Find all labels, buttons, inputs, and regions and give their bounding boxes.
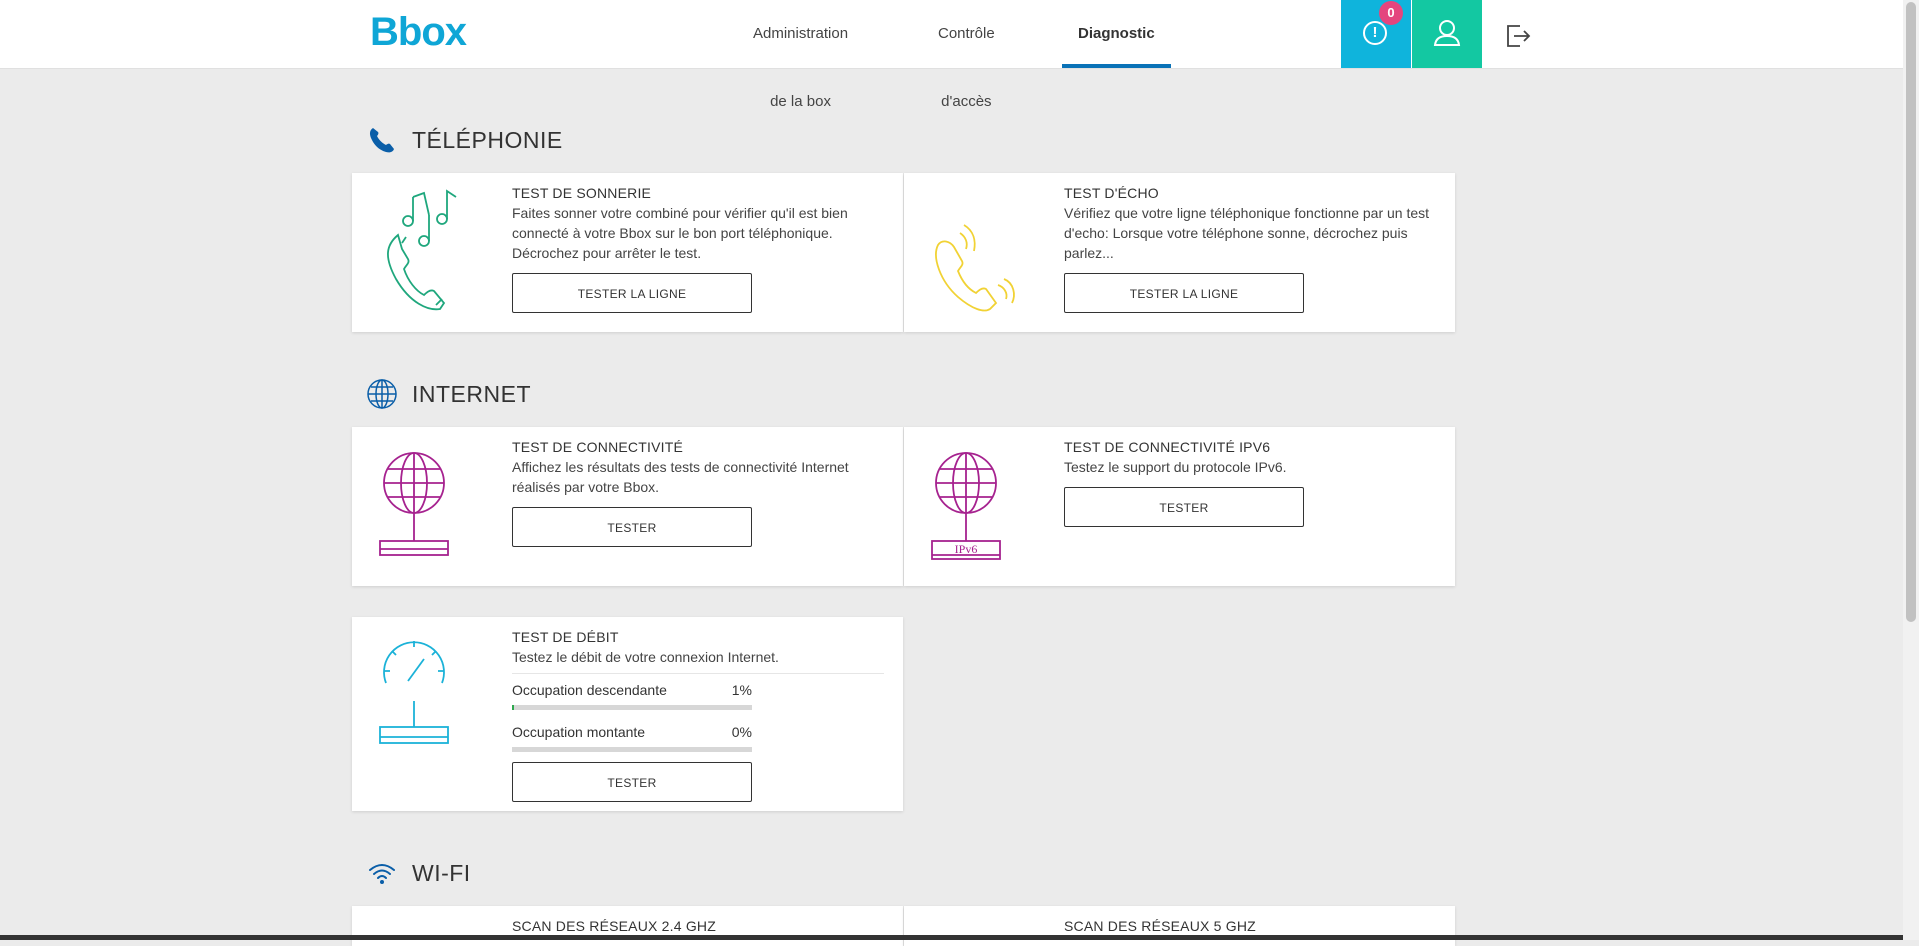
card-title: TEST DE SONNERIE [512,185,652,201]
download-value: 1% [731,682,752,698]
ipv6-label: IPv6 [955,542,978,556]
upload-progress-bar [512,747,752,752]
card-title: TEST D'ÉCHO [1064,185,1159,201]
section-title: INTERNET [412,380,531,407]
nav-diagnostic[interactable]: Diagnostic [1062,0,1171,68]
window-bottom-edge [0,935,1903,940]
upload-value: 0% [731,724,752,740]
section-title: TÉLÉPHONIE [412,126,563,153]
download-occupation-row: Occupation descendante 1% [512,682,752,698]
download-label: Occupation descendante [512,682,667,698]
card-body: TEST DE DÉBIT Testez le débit de votre c… [512,629,885,802]
card-description: Testez le débit de votre connexion Inter… [512,649,779,665]
download-progress-fill [512,705,515,710]
upload-occupation-row: Occupation montante 0% [512,724,752,740]
vertical-scrollbar[interactable] [1903,0,1919,940]
bbox-logo[interactable]: Bbox [370,10,467,55]
card-description: Testez le support du protocole IPv6. [1064,459,1287,475]
test-ipv6-button[interactable]: TESTER [1064,487,1304,527]
card-title: SCAN DES RÉSEAUX 5 GHZ [1064,918,1256,934]
speedometer-router-icon [379,641,449,744]
globe-icon [367,379,397,409]
nav-administration[interactable]: Administration de la box [753,0,848,110]
card-speed-test: TEST DE DÉBIT Testez le débit de votre c… [352,617,903,811]
globe-ipv6-icon: IPv6 [931,452,1001,560]
alerts-button[interactable]: ! 0 [1341,0,1411,68]
card-ring-test: TEST DE SONNERIE Faites sonner votre com… [352,173,903,332]
wifi-icon [369,864,395,884]
section-wifi-header: WI-FI [366,853,471,893]
phone-echo-icon [935,224,1015,312]
ringing-phone-icon [387,189,457,311]
logout-button[interactable] [1500,18,1534,52]
card-body: TEST DE SONNERIE Faites sonner votre com… [512,185,885,313]
card-echo-test: TEST D'ÉCHO Vérifiez que votre ligne tél… [904,173,1455,332]
card-body: TEST D'ÉCHO Vérifiez que votre ligne tél… [1064,185,1437,313]
card-description: Faites sonner votre combiné pour vérifie… [512,205,848,261]
upload-label: Occupation montante [512,724,646,740]
globe-router-icon [379,452,449,556]
card-body: TEST DE CONNECTIVITÉ Affichez les résult… [512,439,885,547]
card-title: SCAN DES RÉSEAUX 2.4 GHZ [512,918,716,934]
scrollbar-thumb[interactable] [1906,2,1916,622]
card-description: Vérifiez que votre ligne téléphonique fo… [1064,205,1430,261]
card-body: SCAN DES RÉSEAUX 5 GHZ [1064,918,1437,936]
card-title: TEST DE CONNECTIVITÉ IPV6 [1064,439,1271,455]
divider [512,673,884,674]
alert-icon: ! [1363,21,1387,45]
card-connectivity-test: TEST DE CONNECTIVITÉ Affichez les résult… [352,427,903,586]
phone-icon [369,128,394,153]
test-ring-button[interactable]: TESTER LA LIGNE [512,273,752,313]
top-bar: Bbox Administration de la box Contrôle d… [0,0,1903,110]
user-icon [1433,20,1461,46]
section-title: WI-FI [412,859,471,886]
card-body: TEST DE CONNECTIVITÉ IPV6 Testez le supp… [1064,439,1437,527]
card-description: Affichez les résultats des tests de conn… [512,459,849,495]
test-speed-button[interactable]: TESTER [512,762,752,802]
alert-count-badge: 0 [1379,1,1403,25]
test-echo-button[interactable]: TESTER LA LIGNE [1064,273,1304,313]
section-telephony-header: TÉLÉPHONIE [366,120,563,160]
test-connectivity-button[interactable]: TESTER [512,507,752,547]
card-title: TEST DE DÉBIT [512,629,619,645]
card-scan-5ghz: SCAN DES RÉSEAUX 5 GHZ [904,906,1455,946]
card-ipv6-test: IPv6 TEST DE CONNECTIVITÉ IPV6 Testez le… [904,427,1455,586]
account-button[interactable] [1412,0,1482,68]
card-scan-24ghz: SCAN DES RÉSEAUX 2.4 GHZ [352,906,903,946]
download-progress-bar [512,705,752,710]
logout-icon [1507,25,1531,47]
card-title: TEST DE CONNECTIVITÉ [512,439,683,455]
card-body: SCAN DES RÉSEAUX 2.4 GHZ [512,918,885,936]
nav-controle-acces[interactable]: Contrôle d'accès [938,0,995,110]
section-internet-header: INTERNET [366,374,531,414]
